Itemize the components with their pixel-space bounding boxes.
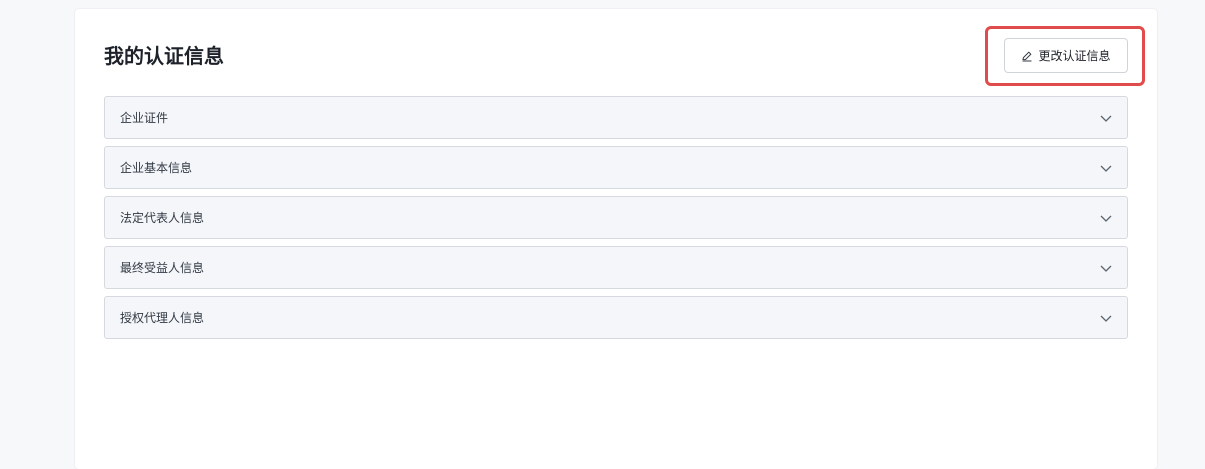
edit-certification-button[interactable]: 更改认证信息 xyxy=(1004,38,1128,73)
chevron-down-icon[interactable] xyxy=(1099,311,1113,325)
certification-card: 我的认证信息 更改认证信息 企业证件 企业基本信息 法定代表人信息 最终受益人信… xyxy=(75,9,1157,469)
chevron-down-icon[interactable] xyxy=(1099,211,1113,225)
section-enterprise-basic-info[interactable]: 企业基本信息 xyxy=(104,146,1128,189)
chevron-down-icon[interactable] xyxy=(1099,161,1113,175)
section-label: 法定代表人信息 xyxy=(120,211,205,225)
chevron-down-icon[interactable] xyxy=(1099,111,1113,125)
section-enterprise-documents[interactable]: 企业证件 xyxy=(104,96,1128,139)
section-label: 授权代理人信息 xyxy=(120,311,205,325)
chevron-down-icon[interactable] xyxy=(1099,261,1113,275)
section-list: 企业证件 企业基本信息 法定代表人信息 最终受益人信息 授权代理人信息 xyxy=(104,96,1128,346)
edit-button-label: 更改认证信息 xyxy=(1038,49,1111,63)
edit-pen-icon xyxy=(1021,50,1033,62)
section-label: 最终受益人信息 xyxy=(120,261,205,275)
page-title: 我的认证信息 xyxy=(104,44,224,68)
section-label: 企业证件 xyxy=(120,111,169,125)
section-ultimate-beneficiary[interactable]: 最终受益人信息 xyxy=(104,246,1128,289)
section-legal-representative[interactable]: 法定代表人信息 xyxy=(104,196,1128,239)
section-label: 企业基本信息 xyxy=(120,161,193,175)
section-authorized-agent[interactable]: 授权代理人信息 xyxy=(104,296,1128,339)
